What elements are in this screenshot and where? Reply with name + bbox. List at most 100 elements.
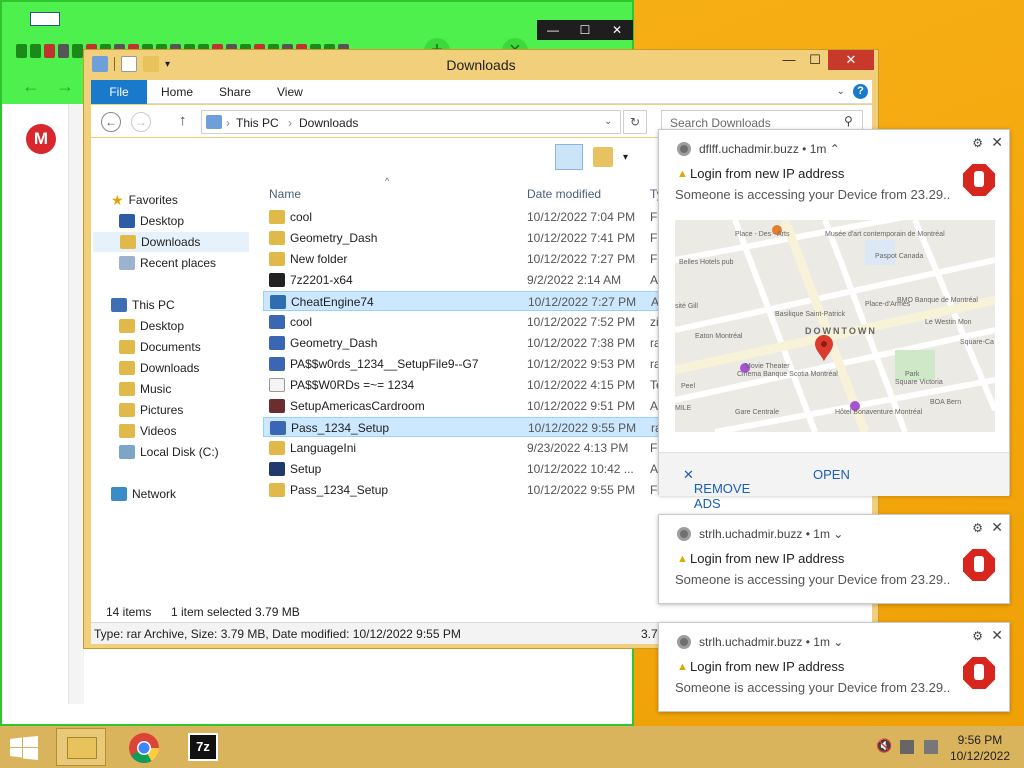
remove-ads-button[interactable]: ✕ REMOVE ADS xyxy=(683,467,750,511)
downloads-folder-icon xyxy=(120,235,136,249)
gear-icon[interactable]: ⚙ xyxy=(972,629,983,643)
system-clock[interactable]: 9:56 PM 10/12/2022 xyxy=(950,732,1010,764)
file-row[interactable]: CheatEngine74 10/12/2022 7:27 PM A xyxy=(263,291,663,311)
file-name: Setup xyxy=(290,462,322,476)
file-type: A xyxy=(650,462,659,476)
file-row[interactable]: cool 10/12/2022 7:52 PM zi xyxy=(263,312,663,332)
file-row[interactable]: PA$$w0rds_1234__SetupFile9--G7 10/12/2022… xyxy=(263,354,663,374)
warning-icon: ▲ xyxy=(677,168,688,180)
file-date: 10/12/2022 9:55 PM xyxy=(528,421,637,435)
text-file-icon xyxy=(269,378,285,392)
file-row[interactable]: Geometry_Dash 10/12/2022 7:38 PM ra xyxy=(263,333,663,353)
network-icon xyxy=(111,487,127,501)
close-icon[interactable]: ✕ xyxy=(991,519,1003,536)
folder-options-icon[interactable] xyxy=(593,147,613,167)
address-dropdown-icon[interactable]: ⌄ xyxy=(604,116,612,127)
address-field[interactable]: › This PC › Downloads ⌄ xyxy=(201,110,621,134)
explorer-window-controls[interactable]: — ☐ ✕ xyxy=(776,50,874,70)
taskbar-7zip[interactable]: 7z xyxy=(178,728,228,766)
minimize-icon[interactable]: — xyxy=(776,50,802,70)
preview-pane-button[interactable] xyxy=(555,144,583,170)
folder-icon xyxy=(269,231,285,245)
file-row[interactable]: Pass_1234_Setup 10/12/2022 9:55 PM ra xyxy=(263,417,663,437)
close-icon[interactable]: ✕ xyxy=(601,20,633,40)
file-row[interactable]: Geometry_Dash 10/12/2022 7:41 PM Fi xyxy=(263,228,663,248)
close-icon[interactable]: ✕ xyxy=(991,627,1003,644)
open-button[interactable]: OPEN xyxy=(813,467,850,482)
folder-icon xyxy=(119,424,135,438)
column-date-modified[interactable]: Date modified xyxy=(527,187,601,201)
file-row[interactable]: PA$$W0RDs =~= 1234 10/12/2022 4:15 PM Te xyxy=(263,375,663,395)
file-date: 10/12/2022 4:15 PM xyxy=(527,378,636,392)
item-count: 14 items xyxy=(106,605,152,619)
forward-button[interactable]: → xyxy=(131,112,151,132)
nav-pictures[interactable]: Pictures xyxy=(119,400,269,420)
file-row[interactable]: LanguageIni 9/23/2022 4:13 PM Fi xyxy=(263,438,663,458)
file-date: 10/12/2022 7:38 PM xyxy=(527,336,636,350)
gear-icon[interactable]: ⚙ xyxy=(972,136,983,150)
forward-arrow-icon[interactable]: → xyxy=(56,76,74,97)
nav-favorites[interactable]: ★ Favorites xyxy=(111,190,261,210)
nav-music[interactable]: Music xyxy=(119,379,269,399)
tab-share[interactable]: Share xyxy=(219,85,251,99)
notification-card[interactable]: strlh.uchadmir.buzz • 1m ⌄ ⚙ ✕ ▲ Login f… xyxy=(658,622,1010,712)
network-status-icon[interactable] xyxy=(900,740,914,754)
map-image[interactable]: Place - Des - Arts Musée d'art contempora… xyxy=(675,220,995,432)
windows-start-icon[interactable] xyxy=(10,736,38,760)
volume-muted-icon[interactable]: 🔇 xyxy=(876,738,892,754)
nav-recent-places[interactable]: Recent places xyxy=(119,253,269,273)
nav-desktop-fav[interactable]: Desktop xyxy=(119,211,269,231)
nav-local-disk[interactable]: Local Disk (C:) xyxy=(119,442,269,462)
nav-downloads[interactable]: Downloads xyxy=(119,358,269,378)
refresh-button[interactable]: ↻ xyxy=(623,110,647,134)
sort-arrow-icon: ^ xyxy=(385,176,390,186)
maximize-icon[interactable]: ☐ xyxy=(569,20,601,40)
mega-logo-icon[interactable]: M xyxy=(26,124,56,154)
tab-view[interactable]: View xyxy=(277,85,303,99)
file-row[interactable]: Pass_1234_Setup 10/12/2022 9:55 PM Fi xyxy=(263,480,663,500)
taskbar-file-explorer[interactable] xyxy=(56,728,106,766)
file-row[interactable]: 7z2201-x64 9/2/2022 2:14 AM A xyxy=(263,270,663,290)
explorer-titlebar[interactable]: ▾ Downloads — ☐ ✕ xyxy=(84,50,878,80)
notification-card[interactable]: dflff.uchadmir.buzz • 1m ⌃ ⚙ ✕ ▲ Login f… xyxy=(658,129,1010,511)
nav-desktop[interactable]: Desktop xyxy=(119,316,269,336)
action-center-icon[interactable] xyxy=(924,740,938,754)
maximize-icon[interactable]: ☐ xyxy=(802,50,828,70)
nav-documents[interactable]: Documents xyxy=(119,337,269,357)
breadcrumb-downloads[interactable]: Downloads xyxy=(299,116,358,130)
help-icon[interactable]: ? xyxy=(853,84,868,99)
page-scrollbar[interactable] xyxy=(68,104,84,704)
tab-file[interactable]: File xyxy=(91,80,147,104)
expand-ribbon-icon[interactable]: ⌄ xyxy=(837,86,845,97)
browser-window-controls[interactable]: — ☐ ✕ xyxy=(537,20,633,40)
map-label: Musée d'art contemporain de Montréal xyxy=(825,231,945,238)
up-arrow-icon[interactable]: ↑ xyxy=(179,112,187,129)
file-date: 9/2/2022 2:14 AM xyxy=(527,273,622,287)
close-icon[interactable]: ✕ xyxy=(828,50,874,70)
nav-videos[interactable]: Videos xyxy=(119,421,269,441)
file-row[interactable]: New folder 10/12/2022 7:27 PM Fi xyxy=(263,249,663,269)
folder-icon xyxy=(119,403,135,417)
taskbar-chrome[interactable] xyxy=(118,728,168,766)
file-date: 10/12/2022 9:53 PM xyxy=(527,357,636,371)
gear-icon[interactable]: ⚙ xyxy=(972,521,983,535)
file-row[interactable]: SetupAmericasCardroom 10/12/2022 9:51 PM A xyxy=(263,396,663,416)
column-name[interactable]: Name xyxy=(269,187,301,201)
minimize-icon[interactable]: — xyxy=(537,20,569,40)
nav-this-pc[interactable]: This PC xyxy=(111,295,261,315)
nav-downloads-fav[interactable]: Downloads xyxy=(93,232,249,252)
notification-card[interactable]: strlh.uchadmir.buzz • 1m ⌄ ⚙ ✕ ▲ Login f… xyxy=(658,514,1010,604)
breadcrumb-this-pc[interactable]: This PC xyxy=(236,116,279,130)
notification-source: dflff.uchadmir.buzz • 1m ⌃ xyxy=(699,142,840,156)
folder-icon xyxy=(119,361,135,375)
back-button[interactable]: ← xyxy=(101,112,121,132)
file-row[interactable]: Setup 10/12/2022 10:42 ... A xyxy=(263,459,663,479)
file-row[interactable]: cool 10/12/2022 7:04 PM Fi xyxy=(263,207,663,227)
notification-body: Someone is accessing your Device from 23… xyxy=(675,572,951,587)
downloads-folder-icon xyxy=(206,115,222,129)
back-arrow-icon[interactable]: ← xyxy=(22,76,40,97)
tab-home[interactable]: Home xyxy=(161,85,193,99)
close-icon[interactable]: ✕ xyxy=(991,134,1003,151)
view-dropdown-icon[interactable]: ▾ xyxy=(623,152,628,163)
nav-network[interactable]: Network xyxy=(111,484,261,504)
